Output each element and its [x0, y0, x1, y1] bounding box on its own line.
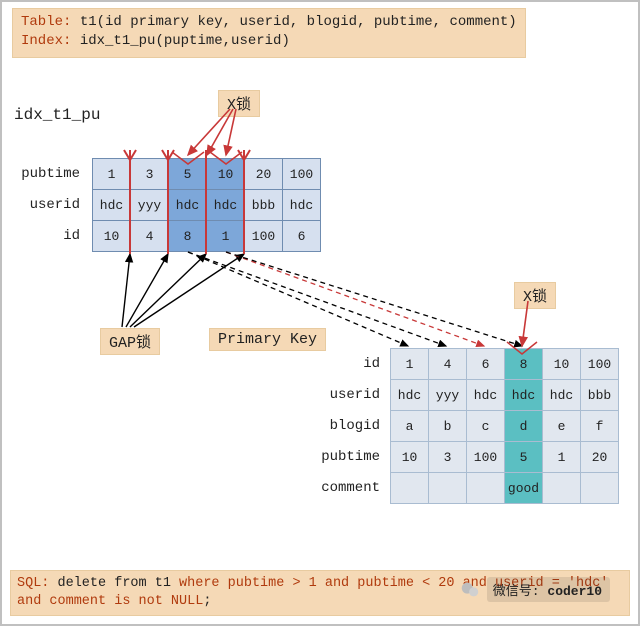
pk-cell: 100 [467, 442, 505, 473]
idx-cell: 10 [207, 159, 245, 190]
schema-table-def: t1(id primary key, userid, blogid, pubti… [80, 14, 517, 30]
pk-cell: 10 [543, 349, 581, 380]
pk-cell: b [429, 411, 467, 442]
schema-box: Table: t1(id primary key, userid, blogid… [12, 8, 526, 58]
pk-row-label: id [320, 356, 380, 372]
pk-cell: bbb [581, 380, 619, 411]
xlock-label-pk: X锁 [514, 282, 556, 309]
idx-row-label: id [16, 228, 80, 244]
idx-cell: 1 [93, 159, 131, 190]
idx-row-label: pubtime [16, 166, 80, 182]
schema-index-label: Index: [21, 33, 71, 49]
wechat-account: coder10 [547, 584, 602, 599]
pk-cell: 6 [467, 349, 505, 380]
primary-key-label: Primary Key [209, 328, 326, 351]
pk-cell: 5 [505, 442, 543, 473]
idx-cell: hdc [169, 190, 207, 221]
pk-cell: yyy [429, 380, 467, 411]
idx-row-label: userid [16, 197, 80, 213]
pk-cell: 20 [581, 442, 619, 473]
idx-cell: 3 [131, 159, 169, 190]
pk-cell: hdc [505, 380, 543, 411]
idx-cell: 5 [169, 159, 207, 190]
pk-cell: 1 [391, 349, 429, 380]
arrow-overlay [2, 2, 640, 626]
primary-key-table: 1 4 6 8 10 100 hdc yyy hdc hdc hdc bbb a… [390, 348, 619, 504]
gaplock-label: GAP锁 [100, 328, 160, 355]
idx-cell: bbb [245, 190, 283, 221]
pk-cell: hdc [391, 380, 429, 411]
pk-cell: 100 [581, 349, 619, 380]
idx-cell: 100 [283, 159, 321, 190]
pk-row-label: userid [320, 387, 380, 403]
idx-cell: hdc [283, 190, 321, 221]
idx-cell: hdc [207, 190, 245, 221]
pk-cell [581, 473, 619, 504]
idx-cell: 6 [283, 221, 321, 252]
idx-cell: yyy [131, 190, 169, 221]
pk-row-label: pubtime [320, 449, 380, 465]
idx-cell: hdc [93, 190, 131, 221]
sql-part1: delete from t1 [49, 576, 179, 591]
xlock-label-index: X锁 [218, 90, 260, 117]
wechat-watermark: 微信号: coder10 [459, 577, 610, 602]
schema-index-def: idx_t1_pu(puptime,userid) [80, 33, 290, 49]
pk-cell: 1 [543, 442, 581, 473]
idx-cell: 8 [169, 221, 207, 252]
pk-row-label: comment [320, 480, 380, 496]
pk-cell: good [505, 473, 543, 504]
idx-cell: 10 [93, 221, 131, 252]
pk-cell: a [391, 411, 429, 442]
sql-part2: ; [203, 594, 211, 609]
pk-cell [543, 473, 581, 504]
pk-cell: hdc [467, 380, 505, 411]
index-table: 1 3 5 10 20 100 hdc yyy hdc hdc bbb hdc … [92, 158, 321, 252]
idx-cell: 4 [131, 221, 169, 252]
pk-cell: hdc [543, 380, 581, 411]
pk-cell: c [467, 411, 505, 442]
diagram-canvas: Table: t1(id primary key, userid, blogid… [0, 0, 640, 626]
sql-prefix: SQL: [17, 576, 49, 591]
wechat-label: 微信号: [493, 584, 540, 599]
pk-cell [429, 473, 467, 504]
pk-cell: d [505, 411, 543, 442]
pk-cell: e [543, 411, 581, 442]
pk-cell: 4 [429, 349, 467, 380]
pk-cell: 10 [391, 442, 429, 473]
schema-table-label: Table: [21, 14, 71, 30]
pk-row-label: blogid [320, 418, 380, 434]
idx-cell: 100 [245, 221, 283, 252]
pk-cell: 3 [429, 442, 467, 473]
pk-cell [467, 473, 505, 504]
index-name-label: idx_t1_pu [14, 106, 100, 124]
pk-cell: 8 [505, 349, 543, 380]
wechat-icon [459, 579, 481, 601]
idx-cell: 20 [245, 159, 283, 190]
pk-cell [391, 473, 429, 504]
pk-cell: f [581, 411, 619, 442]
idx-cell: 1 [207, 221, 245, 252]
